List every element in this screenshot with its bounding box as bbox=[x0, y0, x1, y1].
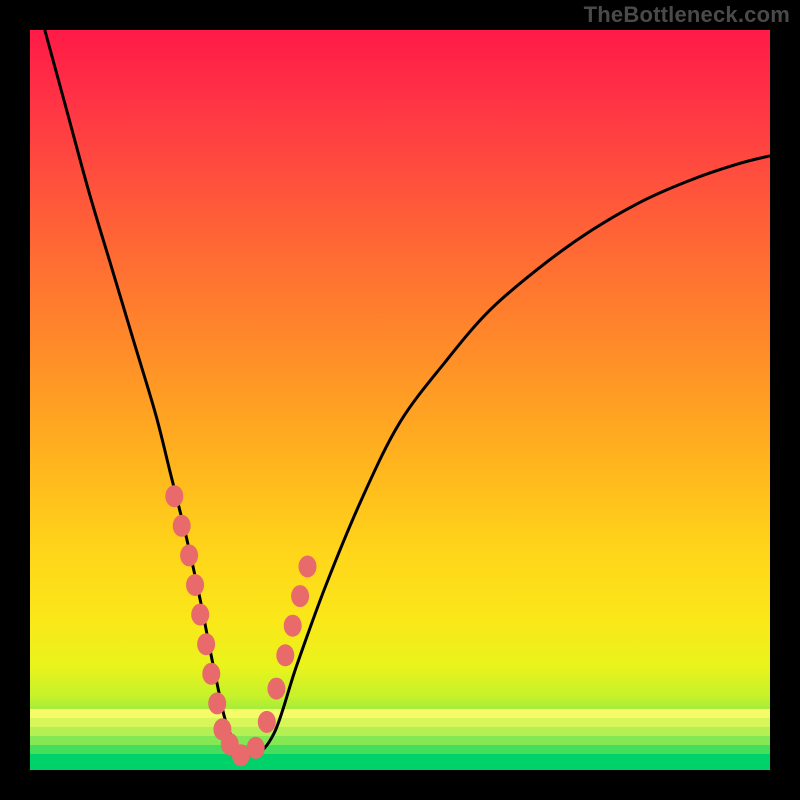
data-marker bbox=[284, 615, 302, 637]
curve-layer bbox=[30, 30, 770, 770]
watermark-text: TheBottleneck.com bbox=[584, 2, 790, 28]
bottleneck-curve-path bbox=[45, 30, 770, 755]
chart-frame: TheBottleneck.com bbox=[0, 0, 800, 800]
data-marker bbox=[197, 633, 215, 655]
data-marker bbox=[291, 585, 309, 607]
data-marker bbox=[258, 711, 276, 733]
data-marker bbox=[186, 574, 204, 596]
data-marker bbox=[173, 515, 191, 537]
data-marker bbox=[202, 663, 220, 685]
data-marker bbox=[247, 737, 265, 759]
plot-area bbox=[30, 30, 770, 770]
data-marker bbox=[208, 692, 226, 714]
data-marker bbox=[276, 644, 294, 666]
marker-group bbox=[165, 485, 316, 766]
data-marker bbox=[191, 604, 209, 626]
data-marker bbox=[299, 556, 317, 578]
data-marker bbox=[165, 485, 183, 507]
data-marker bbox=[267, 678, 285, 700]
data-marker bbox=[180, 544, 198, 566]
